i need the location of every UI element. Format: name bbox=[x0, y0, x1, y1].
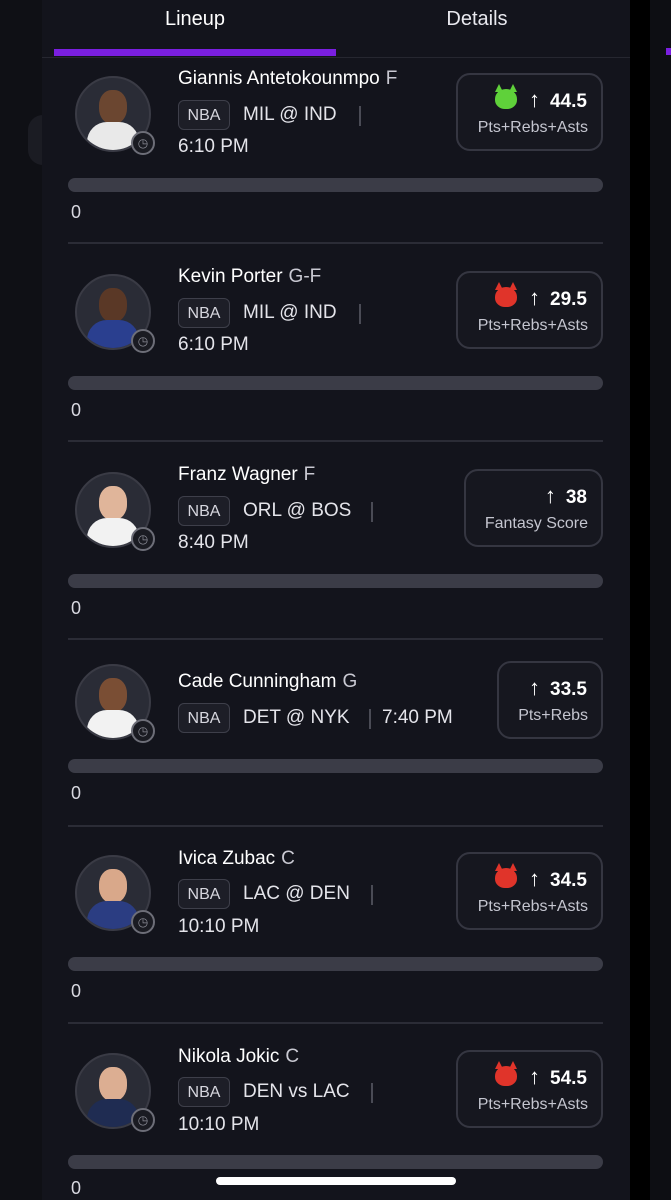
arrow-up-icon: ↑ bbox=[529, 866, 541, 891]
progress-bar bbox=[68, 376, 603, 390]
arrow-up-icon: ↑ bbox=[529, 675, 541, 700]
divider bbox=[369, 709, 371, 729]
arrow-up-icon: ↑ bbox=[529, 285, 541, 310]
active-tab-indicator bbox=[54, 49, 336, 56]
player-name: Franz Wagner bbox=[178, 464, 298, 485]
player-position: G bbox=[342, 671, 358, 692]
green-goblin-icon bbox=[495, 84, 518, 109]
player-name: Nikola Jokic bbox=[178, 1046, 280, 1067]
league-badge: NBA bbox=[178, 298, 230, 328]
divider bbox=[371, 885, 373, 905]
player-name: Ivica Zubac bbox=[178, 848, 276, 869]
stat-type: Pts+Rebs+Asts bbox=[477, 898, 588, 915]
progress-bar bbox=[68, 957, 603, 971]
progress-value: 0 bbox=[71, 400, 82, 420]
clock-icon: ◷ bbox=[131, 910, 155, 934]
divider bbox=[359, 304, 361, 324]
clock-icon: ◷ bbox=[131, 131, 155, 155]
game-time: 8:40 PM bbox=[178, 532, 249, 553]
tab-bar: Lineup Details bbox=[42, 0, 630, 58]
card-separator bbox=[68, 825, 603, 827]
red-demon-icon bbox=[495, 1061, 518, 1086]
progress-bar bbox=[68, 574, 603, 588]
clock-icon: ◷ bbox=[131, 329, 155, 353]
player-position: F bbox=[385, 68, 398, 89]
game-time: 10:10 PM bbox=[178, 916, 260, 937]
card-separator bbox=[68, 242, 603, 244]
arrow-up-icon: ↑ bbox=[529, 1064, 541, 1089]
progress-value: 0 bbox=[71, 202, 82, 222]
matchup-text: MIL @ IND bbox=[243, 302, 337, 323]
red-demon-icon bbox=[495, 863, 518, 888]
projection-box[interactable]: ↑ 44.5 Pts+Rebs+Asts bbox=[456, 73, 603, 151]
stat-type: Pts+Rebs bbox=[518, 707, 588, 724]
card-separator bbox=[68, 440, 603, 442]
arrow-up-icon: ↑ bbox=[544, 483, 556, 508]
home-indicator[interactable] bbox=[216, 1177, 456, 1185]
progress-value: 0 bbox=[71, 783, 82, 803]
lineup-panel: Lineup Details ◷ Giannis Antetokounmpo F … bbox=[42, 0, 630, 1200]
arrow-up-icon: ↑ bbox=[529, 87, 541, 112]
projection-box[interactable]: ↑ 54.5 Pts+Rebs+Asts bbox=[456, 1050, 603, 1128]
league-badge: NBA bbox=[178, 100, 230, 130]
background-tab-underline-fragment bbox=[666, 48, 671, 55]
league-badge: NBA bbox=[178, 496, 230, 526]
progress-bar bbox=[68, 759, 603, 773]
projection-box[interactable]: ↑ 29.5 Pts+Rebs+Asts bbox=[456, 271, 603, 349]
progress-value: 0 bbox=[71, 1178, 82, 1198]
projection-box[interactable]: ↑ 38 Fantasy Score bbox=[464, 469, 603, 547]
card-separator bbox=[68, 1022, 603, 1024]
matchup-text: DET @ NYK bbox=[243, 707, 350, 728]
tab-details[interactable]: Details bbox=[336, 8, 618, 31]
league-badge: NBA bbox=[178, 1077, 230, 1107]
projection-line: 38 bbox=[565, 487, 587, 508]
tab-lineup[interactable]: Lineup bbox=[54, 8, 336, 31]
matchup-text: MIL @ IND bbox=[243, 104, 337, 125]
divider bbox=[359, 106, 361, 126]
league-badge: NBA bbox=[178, 703, 230, 733]
projection-line: 33.5 bbox=[550, 679, 587, 700]
clock-icon: ◷ bbox=[131, 527, 155, 551]
player-name: Giannis Antetokounmpo bbox=[178, 68, 380, 89]
game-time: 6:10 PM bbox=[178, 334, 249, 355]
game-time: 6:10 PM bbox=[178, 136, 249, 157]
player-name: Kevin Porter bbox=[178, 266, 283, 287]
player-position: C bbox=[285, 1046, 300, 1067]
clock-icon: ◷ bbox=[131, 1108, 155, 1132]
league-badge: NBA bbox=[178, 879, 230, 909]
projection-line: 29.5 bbox=[550, 289, 587, 310]
background-page-right bbox=[650, 0, 671, 1200]
game-time: 10:10 PM bbox=[178, 1114, 260, 1135]
progress-value: 0 bbox=[71, 598, 82, 618]
player-name: Cade Cunningham bbox=[178, 671, 337, 692]
progress-value: 0 bbox=[71, 981, 82, 1001]
progress-bar bbox=[68, 1155, 603, 1169]
player-position: G-F bbox=[288, 266, 322, 287]
clock-icon: ◷ bbox=[131, 719, 155, 743]
stat-type: Fantasy Score bbox=[484, 515, 588, 532]
red-demon-icon bbox=[495, 282, 518, 307]
background-page-left bbox=[0, 0, 58, 1200]
projection-line: 44.5 bbox=[550, 91, 587, 112]
player-position: C bbox=[281, 848, 295, 869]
projection-line: 34.5 bbox=[550, 870, 587, 891]
stat-type: Pts+Rebs+Asts bbox=[477, 119, 588, 136]
matchup-text: DEN vs LAC bbox=[243, 1081, 350, 1102]
divider bbox=[371, 1083, 373, 1103]
background-heading-fragment bbox=[2, 0, 42, 34]
stat-type: Pts+Rebs+Asts bbox=[477, 1096, 588, 1113]
stat-type: Pts+Rebs+Asts bbox=[477, 317, 588, 334]
player-position: F bbox=[303, 464, 316, 485]
projection-box[interactable]: ↑ 34.5 Pts+Rebs+Asts bbox=[456, 852, 603, 930]
game-time: 7:40 PM bbox=[382, 707, 453, 728]
projection-line: 54.5 bbox=[550, 1068, 587, 1089]
card-separator bbox=[68, 638, 603, 640]
divider bbox=[371, 502, 373, 522]
progress-bar bbox=[68, 178, 603, 192]
matchup-text: LAC @ DEN bbox=[243, 883, 350, 904]
matchup-text: ORL @ BOS bbox=[243, 500, 352, 521]
projection-box[interactable]: ↑ 33.5 Pts+Rebs bbox=[497, 661, 603, 739]
